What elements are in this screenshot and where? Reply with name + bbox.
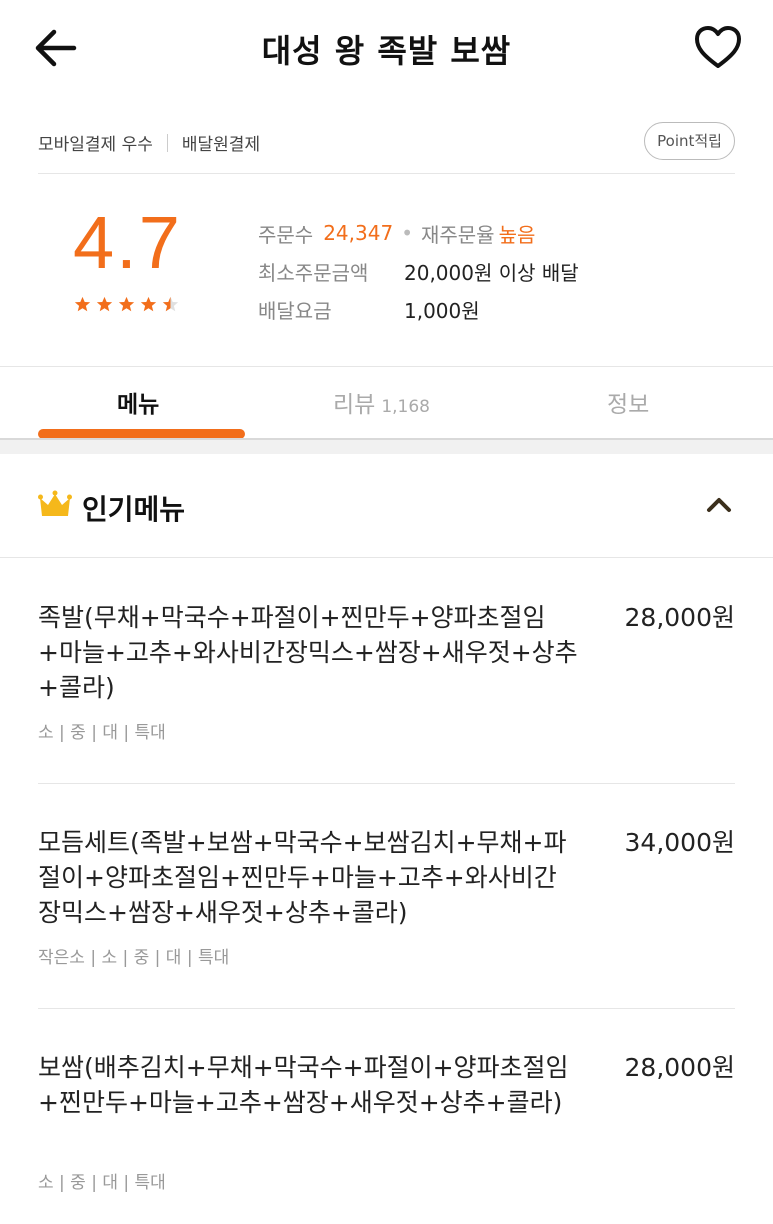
payment-info-row: 모바일결제 우수 배달원결제 Point적립 — [38, 120, 735, 164]
orders-label: 주문수 — [258, 222, 314, 247]
separator-dot: • — [401, 221, 413, 245]
divider — [38, 173, 735, 174]
payment-tag-mobile: 모바일결제 우수 — [38, 135, 153, 155]
top-bar: 대성 왕 족발 보쌈 — [0, 0, 773, 96]
point-badge[interactable]: Point적립 — [644, 122, 735, 160]
star-full-icon — [140, 296, 157, 312]
star-full-icon — [96, 296, 113, 312]
favorite-button[interactable] — [693, 24, 743, 72]
heart-outline-icon — [695, 26, 741, 68]
delivery-fee-label: 배달요금 — [258, 298, 332, 323]
orders-value: 24,347 — [323, 221, 394, 245]
page-title: 대성 왕 족발 보쌈 — [261, 32, 512, 70]
menu-item-name: 족발(무채+막국수+파절이+찐만두+양파초절임+마늘+고추+와사비간장믹스+쌈장… — [38, 603, 578, 702]
min-order-label: 최소주문금액 — [258, 260, 369, 285]
section-gap — [0, 438, 773, 454]
divider — [166, 133, 168, 152]
menu-item[interactable]: 보쌈(배추김치+무채+막국수+파절이+양파초절임+찐만두+마늘+고추+쌈장+새우… — [38, 1050, 735, 1200]
divider — [38, 1008, 735, 1009]
menu-item-name: 보쌈(배추김치+무채+막국수+파절이+양파초절임+찐만두+마늘+고추+쌈장+새우… — [38, 1053, 569, 1117]
divider — [0, 557, 773, 558]
store-stats: 주문수 24,347 • 재주문율 높음 최소주문금액 20,000원 이상 배… — [258, 214, 579, 328]
tab-bar: 메뉴 리뷰 1,168 정보 — [0, 367, 773, 441]
menu-item-name: 모듬세트(족발+보쌈+막국수+보쌈김치+무채+파절이+양파초절임+찐만두+마늘+… — [38, 828, 567, 927]
tab-review-label: 리뷰 — [333, 392, 376, 418]
menu-item-price: 34,000원 — [624, 828, 735, 857]
payment-tag-courier: 배달원결제 — [181, 135, 261, 155]
review-count: 1,168 — [381, 397, 430, 417]
delivery-fee-value: 1,000원 — [404, 298, 480, 323]
star-half-icon — [162, 296, 179, 312]
min-order-line: 최소주문금액 20,000원 이상 배달 — [258, 252, 579, 290]
menu-item[interactable]: 족발(무채+막국수+파절이+찐만두+양파초절임+마늘+고추+와사비간장믹스+쌈장… — [38, 600, 735, 750]
chevron-up-icon[interactable] — [705, 494, 733, 516]
popular-menu-header[interactable]: 인기메뉴 — [0, 454, 773, 558]
star-rating — [74, 296, 179, 313]
delivery-fee-line: 배달요금 1,000원 — [258, 290, 579, 328]
menu-item-sizes: 소 | 중 | 대 | 특대 — [38, 723, 166, 743]
reorder-value: 높음 — [498, 222, 536, 247]
reorder-label: 재주문율 — [420, 222, 495, 247]
tab-info[interactable]: 정보 — [607, 385, 649, 419]
star-full-icon — [74, 296, 91, 312]
crown-icon — [38, 490, 72, 516]
rating-score: 4.7 — [73, 201, 182, 284]
menu-item-price: 28,000원 — [624, 1053, 735, 1082]
tab-menu[interactable]: 메뉴 — [117, 385, 159, 419]
divider — [38, 783, 735, 784]
menu-item-price: 28,000원 — [624, 603, 735, 632]
orders-line: 주문수 24,347 • 재주문율 높음 — [258, 214, 579, 252]
menu-item-sizes: 작은소 | 소 | 중 | 대 | 특대 — [38, 948, 230, 968]
tab-review[interactable]: 리뷰 1,168 — [333, 385, 430, 419]
menu-item-sizes: 소 | 중 | 대 | 특대 — [38, 1173, 166, 1193]
min-order-value: 20,000원 이상 배달 — [404, 260, 579, 285]
menu-item[interactable]: 모듬세트(족발+보쌈+막국수+보쌈김치+무채+파절이+양파초절임+찐만두+마늘+… — [38, 825, 735, 975]
star-full-icon — [118, 296, 135, 312]
popular-menu-title: 인기메뉴 — [82, 493, 186, 526]
